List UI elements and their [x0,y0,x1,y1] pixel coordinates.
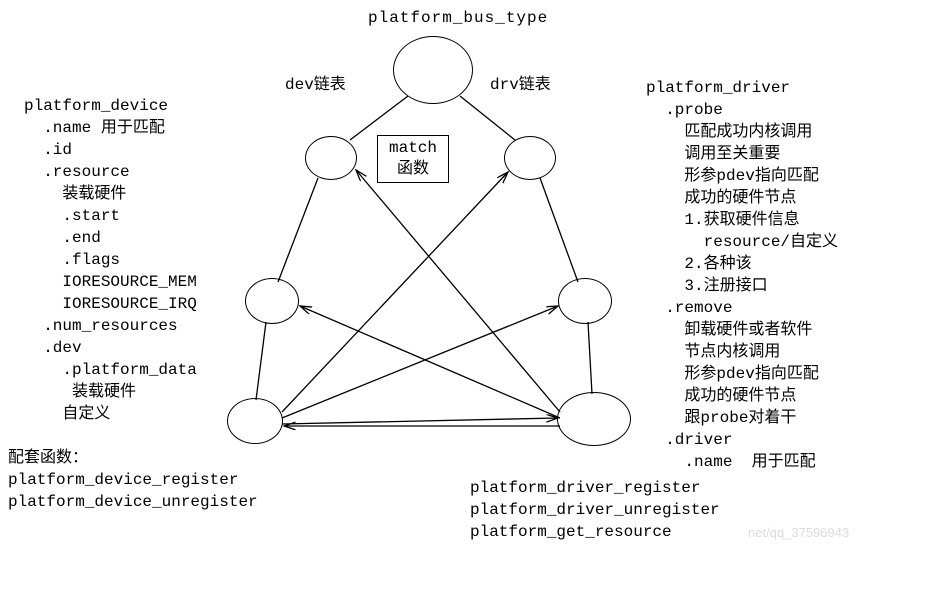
pdev-pdata-sub2: 自定义 [24,404,110,426]
pdrv-func3: platform_get_resource [470,522,672,544]
pdrv-driver: .driver [646,430,732,452]
drv-node-3 [557,392,631,446]
pdrv-func1: platform_driver_register [470,478,700,500]
pdrv-p4: 成功的硬件节点 [646,188,796,210]
pdrv-p2: 调用至关重要 [646,144,780,166]
match-line2: 函数 [384,159,442,180]
pdrv-r1: 卸载硬件或者软件 [646,320,812,342]
drv-list-label: drv链表 [490,75,551,97]
pdev-funcs-head: 配套函数： [8,448,88,470]
pdev-pdata: .platform_data [24,360,197,382]
pdrv-func2: platform_driver_unregister [470,500,720,522]
pdev-resource: .resource [24,162,130,184]
dev-node-1 [305,136,357,180]
watermark: net/qq_37596943 [748,525,849,540]
drv-node-1 [504,136,556,180]
pdev-func1: platform_device_register [8,470,238,492]
pdev-start: .start [24,206,120,228]
match-box: match 函数 [377,135,449,183]
pdrv-heading: platform_driver [646,78,790,100]
pdev-numres: .num_resources [24,316,178,338]
title: platform_bus_type [368,8,548,30]
pdev-heading: platform_device [24,96,168,118]
match-line1: match [384,138,442,159]
pdrv-p5: 1.获取硬件信息 [646,210,800,232]
pdev-ioirq: IORESOURCE_IRQ [24,294,197,316]
pdrv-r2: 节点内核调用 [646,342,780,364]
pdrv-probe: .probe [646,100,723,122]
pdev-pdata-sub: 装载硬件 [24,382,136,404]
drv-node-2 [558,278,612,324]
pdrv-p3: 形参pdev指向匹配 [646,166,819,188]
pdev-func2: platform_device_unregister [8,492,258,514]
pdev-name: .name 用于匹配 [24,118,165,140]
dev-node-2 [245,278,299,324]
pdrv-p7: 2.各种该 [646,254,752,276]
pdrv-p1: 匹配成功内核调用 [646,122,812,144]
pdev-resource-sub: 装载硬件 [24,184,126,206]
dev-node-3 [227,398,283,444]
pdev-flags: .flags [24,250,120,272]
pdrv-p6: resource/自定义 [646,232,838,254]
pdrv-driver-name: .name 用于匹配 [646,452,816,474]
bus-node [393,36,473,104]
dev-list-label: dev链表 [285,75,346,97]
pdev-dev: .dev [24,338,82,360]
pdev-iomem: IORESOURCE_MEM [24,272,197,294]
pdev-id: .id [24,140,72,162]
pdrv-r4: 成功的硬件节点 [646,386,796,408]
pdev-end: .end [24,228,101,250]
pdrv-remove: .remove [646,298,732,320]
pdrv-p8: 3.注册接口 [646,276,768,298]
pdrv-r5: 跟probe对着干 [646,408,796,430]
pdrv-r3: 形参pdev指向匹配 [646,364,819,386]
